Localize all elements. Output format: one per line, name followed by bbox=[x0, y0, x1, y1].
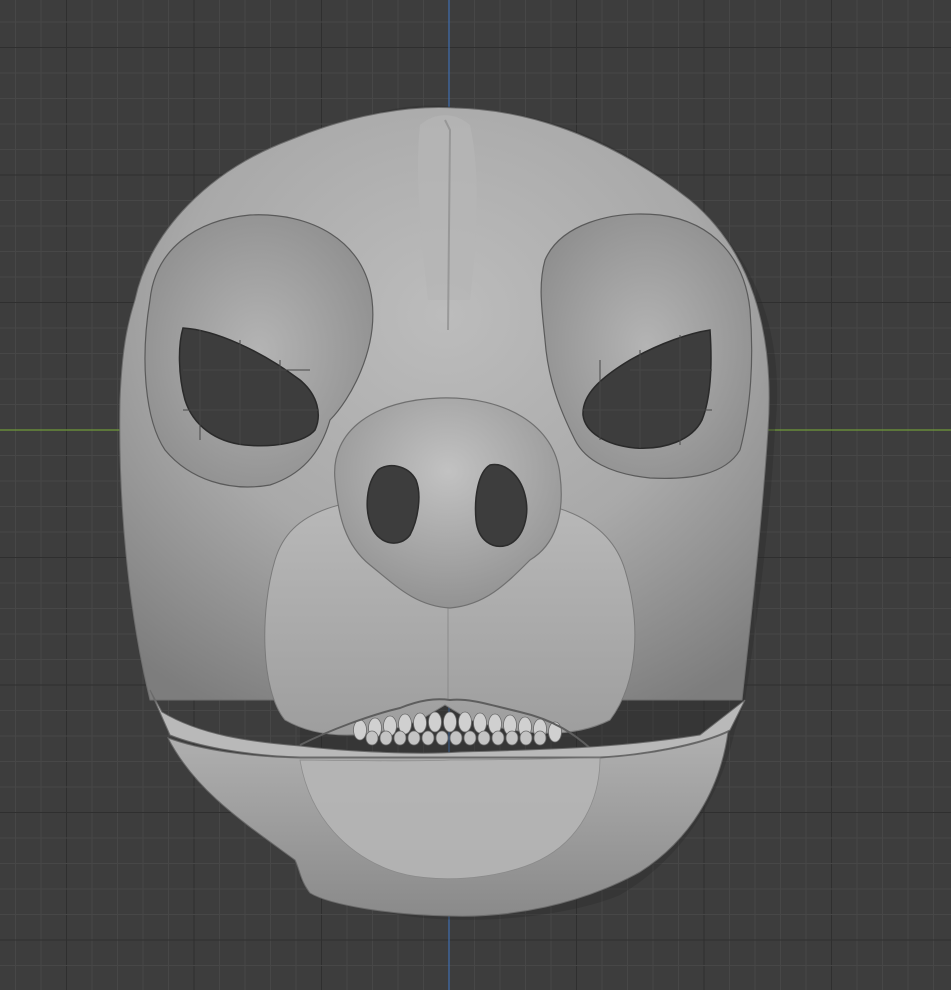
tooth bbox=[463, 730, 477, 746]
tooth bbox=[533, 730, 547, 746]
tooth bbox=[428, 711, 442, 733]
tooth bbox=[353, 719, 367, 741]
tooth bbox=[365, 730, 379, 746]
tooth bbox=[505, 730, 519, 746]
mask-mesh[interactable] bbox=[119, 105, 778, 920]
3d-viewport[interactable] bbox=[0, 0, 951, 990]
tooth bbox=[473, 712, 487, 734]
tooth bbox=[449, 730, 463, 746]
tooth bbox=[413, 712, 427, 734]
tooth bbox=[477, 730, 491, 746]
left-nostril bbox=[366, 464, 420, 544]
nose-bridge bbox=[417, 115, 477, 300]
tooth bbox=[519, 730, 533, 746]
tooth bbox=[491, 730, 505, 746]
tooth bbox=[421, 730, 435, 746]
tooth bbox=[407, 730, 421, 746]
tooth bbox=[393, 730, 407, 746]
tooth bbox=[443, 711, 457, 733]
tooth bbox=[435, 730, 449, 746]
tooth bbox=[379, 730, 393, 746]
tooth bbox=[458, 711, 472, 733]
